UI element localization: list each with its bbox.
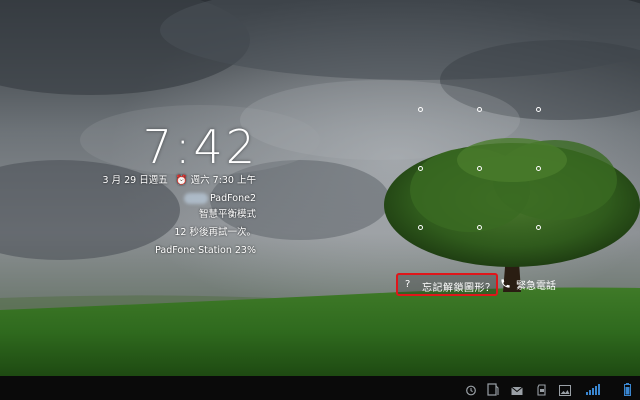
battery-icon	[624, 381, 638, 396]
owner-text: PadFone2	[209, 193, 256, 204]
station-battery-text: PadFone Station 23%	[155, 245, 256, 256]
forgot-pattern-label: 忘記解鎖圖形？	[422, 283, 496, 294]
emergency-call-label: 緊急電話	[516, 281, 556, 292]
email-icon	[511, 381, 525, 395]
emergency-call-button[interactable]: 緊急電話	[500, 277, 556, 292]
alarm-icon	[465, 381, 479, 396]
lockscreen-clock: 7:42	[142, 120, 258, 174]
pattern-dot[interactable]	[536, 166, 541, 171]
document-icon	[487, 381, 501, 396]
signal-icon	[585, 381, 600, 395]
pattern-dot[interactable]	[536, 107, 541, 112]
sd-card-icon	[537, 381, 551, 396]
blurred-owner-name	[183, 193, 208, 204]
owner-info: PadFone2	[183, 193, 256, 205]
system-navigation-bar	[0, 376, 640, 400]
date-alarm-line: 3 月 29 日週五 ⏰ 週六 7:30 上午	[103, 175, 256, 187]
alarm-text: 週六 7:30 上午	[190, 175, 256, 186]
pattern-dot[interactable]	[418, 107, 423, 112]
pattern-dot[interactable]	[536, 225, 541, 230]
power-mode-text: 智慧平衡模式	[198, 209, 256, 220]
pattern-dot[interactable]	[418, 166, 423, 171]
alarm-clock-icon: ⏰	[175, 175, 188, 186]
pattern-dot[interactable]	[477, 225, 482, 230]
question-icon: ?	[405, 279, 411, 290]
pattern-dot[interactable]	[477, 107, 482, 112]
forgot-pattern-button[interactable]: ? 忘記解鎖圖形？	[396, 273, 498, 296]
date-text: 3 月 29 日週五	[102, 175, 168, 186]
phone-icon	[500, 278, 512, 292]
pattern-dot[interactable]	[418, 225, 423, 230]
picture-icon	[559, 381, 573, 396]
pattern-dot[interactable]	[477, 166, 482, 171]
retry-countdown-text: 12 秒後再試一次。	[174, 227, 256, 238]
lockscreen-wallpaper	[0, 0, 640, 376]
